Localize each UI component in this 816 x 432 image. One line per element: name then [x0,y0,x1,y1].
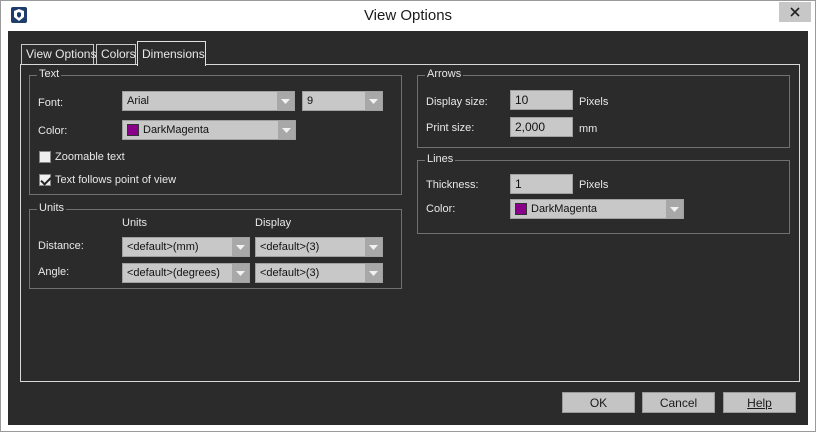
line-color-value: DarkMagenta [531,203,598,215]
thickness-unit: Pixels [579,179,609,191]
text-follows-view-label: Text follows point of view [55,174,177,186]
arrows-group-title: Arrows [425,68,464,80]
angle-units-select[interactable]: <default>(degrees) [122,263,250,283]
chevron-down-icon [278,121,295,139]
text-color-select[interactable]: DarkMagenta [122,120,296,140]
text-color-value: DarkMagenta [143,124,210,136]
units-column-header: Units [122,217,148,229]
text-color-label: Color: [38,125,68,137]
distance-units-value: <default>(mm) [127,241,199,253]
display-size-unit: Pixels [579,96,609,108]
chevron-down-icon [365,92,382,110]
tab-view-options[interactable]: View Options [21,44,96,65]
units-group-title: Units [37,202,67,214]
zoomable-text-label: Zoomable text [55,151,125,163]
font-size-value: 9 [307,95,314,107]
angle-units-value: <default>(degrees) [127,267,220,279]
title-bar[interactable]: View Options [1,1,815,31]
zoomable-text-checkbox[interactable] [39,151,51,163]
font-value: Arial [127,95,150,107]
text-group: Text Font: Arial 9 Color: DarkMagenta Zo… [29,68,402,195]
chevron-down-icon [365,264,382,282]
close-button[interactable] [779,2,811,22]
cancel-button[interactable]: Cancel [642,392,715,413]
ok-button[interactable]: OK [562,392,635,413]
close-icon [790,7,800,17]
window-title: View Options [363,7,453,24]
text-group-title: Text [37,68,62,80]
font-size-select[interactable]: 9 [302,91,383,111]
font-label: Font: [38,97,64,109]
angle-display-value: <default>(3) [260,267,320,279]
print-size-label: Print size: [426,122,475,134]
distance-display-select[interactable]: <default>(3) [255,237,383,257]
chevron-down-icon [666,200,683,218]
view-options-dialog: View Options View Options Colors Dimensi… [0,0,816,432]
tab-dimensions[interactable]: Dimensions [137,41,206,68]
line-color-label: Color: [426,203,456,215]
distance-units-select[interactable]: <default>(mm) [122,237,250,257]
distance-label: Distance: [38,240,84,252]
display-size-input[interactable]: 10 [510,90,573,110]
thickness-input[interactable]: 1 [510,174,573,194]
color-swatch [127,124,139,136]
chevron-down-icon [232,238,249,256]
color-swatch [515,203,527,215]
units-group: Units Units Display Distance: <default>(… [29,202,402,289]
chevron-down-icon [277,92,294,110]
print-size-unit: mm [579,123,598,135]
print-size-input[interactable]: 2,000 [510,117,573,137]
chevron-down-icon [365,238,382,256]
dialog-client-area: View Options Colors Dimensions Text Font… [8,31,808,425]
display-column-header: Display [255,217,292,229]
distance-display-value: <default>(3) [260,241,320,253]
dimensions-tab-panel: Text Font: Arial 9 Color: DarkMagenta Zo… [20,64,800,382]
lines-group: Lines Thickness: 1 Pixels Color: DarkMag… [417,153,790,234]
thickness-label: Thickness: [426,179,479,191]
line-color-select[interactable]: DarkMagenta [510,199,684,219]
angle-label: Angle: [38,266,70,278]
chevron-down-icon [232,264,249,282]
angle-display-select[interactable]: <default>(3) [255,263,383,283]
font-select[interactable]: Arial [122,91,295,111]
lines-group-title: Lines [425,153,456,165]
text-follows-view-checkbox[interactable] [39,174,51,186]
help-button[interactable]: Help [723,392,796,413]
tab-colors[interactable]: Colors [96,44,136,65]
display-size-label: Display size: [426,96,488,108]
arrows-group: Arrows Display size: 10 Pixels Print siz… [417,68,790,148]
